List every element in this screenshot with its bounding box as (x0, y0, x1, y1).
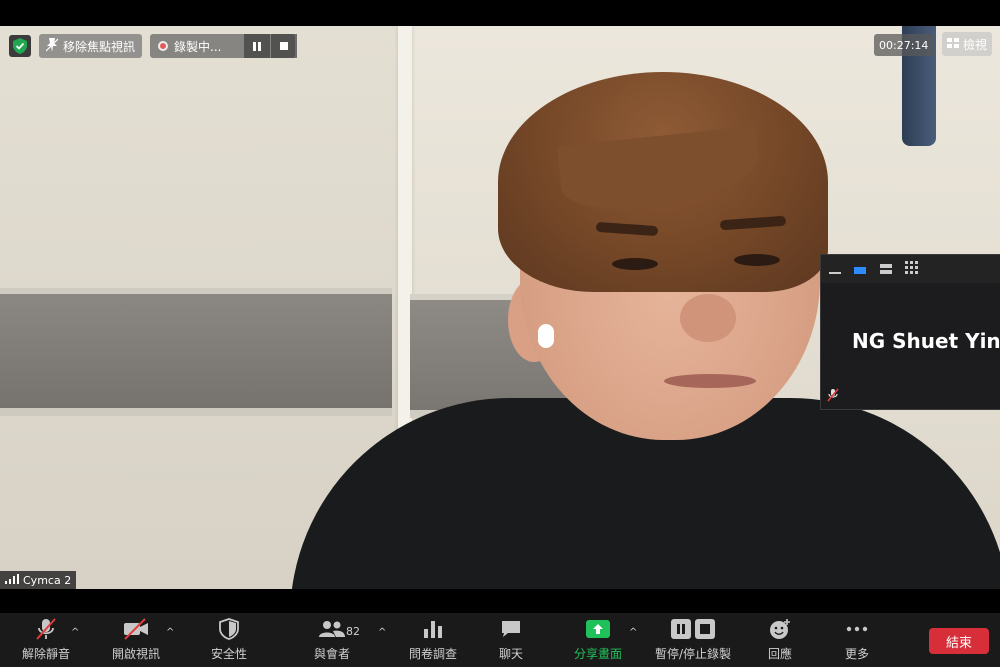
view-button[interactable]: 檢視 (942, 32, 992, 56)
polls-label: 問卷調查 (408, 647, 457, 661)
share-options-caret-icon[interactable]: ^ (629, 627, 637, 638)
share-screen-button[interactable]: 分享畫面 (570, 613, 626, 667)
security-button[interactable]: 安全性 (205, 613, 253, 667)
more-button[interactable]: 更多 (841, 613, 873, 667)
recording-label: 錄製中... (174, 39, 222, 54)
muted-mic-icon (827, 387, 839, 406)
participants-options-caret-icon[interactable]: ^ (378, 627, 386, 638)
muted-microphone-icon (35, 613, 57, 645)
nose (680, 294, 736, 342)
recording-indicator: 錄製中... (150, 34, 297, 58)
record-label: 暫停/停止錄製 (654, 647, 732, 661)
poll-chart-icon (423, 613, 443, 645)
share-screen-label: 分享畫面 (573, 647, 622, 661)
unpin-video-button[interactable]: 移除焦點視訊 (39, 34, 143, 58)
grid-view-icon (946, 37, 959, 51)
chat-button[interactable]: 聊天 (495, 613, 527, 667)
security-shield-icon[interactable] (9, 35, 31, 57)
participants-icon (318, 613, 346, 645)
stop-icon (280, 42, 288, 50)
meeting-toolbar: 解除靜音 ^ 開啟視訊 ^ 安全性 與會者 ^ 問卷調查 聊天 分享畫面 ^ 暫… (0, 613, 1000, 667)
unmute-button[interactable]: 解除靜音 (18, 613, 74, 667)
unpin-label: 移除焦點視訊 (63, 39, 136, 54)
participants-count-badge: 82 (346, 625, 360, 638)
participant-name: NG Shuet Ying (852, 329, 1000, 353)
speaker-view-icon[interactable] (853, 260, 867, 279)
start-video-label: 開啟視訊 (111, 647, 160, 661)
security-label: 安全性 (210, 647, 247, 661)
thumbnail-header (821, 255, 1000, 283)
audio-options-caret-icon[interactable]: ^ (71, 627, 79, 638)
left-eye (612, 258, 658, 270)
meeting-timer: 00:27:14 (874, 34, 934, 56)
top-bar (0, 0, 1000, 26)
record-controls-icon (671, 613, 715, 645)
polls-button[interactable]: 問卷調查 (405, 613, 461, 667)
view-label: 檢視 (962, 37, 987, 52)
chat-bubble-icon (500, 613, 522, 645)
participants-label: 與會者 (313, 647, 350, 661)
signal-strength-icon (5, 573, 19, 587)
video-off-icon (123, 613, 149, 645)
start-video-button[interactable]: 開啟視訊 (108, 613, 164, 667)
pin-icon (45, 37, 59, 55)
right-eye (734, 254, 780, 266)
reactions-label: 回應 (767, 647, 792, 661)
unmute-label: 解除靜音 (21, 647, 70, 661)
video-name: Cymca 2 (23, 573, 72, 587)
gallery-view-icon[interactable] (905, 260, 919, 279)
recording-dot-icon (158, 41, 168, 51)
participants-button[interactable]: 與會者 (309, 613, 355, 667)
wardrobe-glass-left (0, 288, 392, 416)
mouth (664, 374, 756, 388)
video-options-caret-icon[interactable]: ^ (166, 627, 174, 638)
more-dots-icon (846, 613, 868, 645)
pause-icon (253, 41, 261, 51)
strip-view-icon[interactable] (879, 260, 893, 279)
pause-recording-button[interactable] (244, 34, 270, 58)
self-view-thumbnail[interactable]: NG Shuet Ying (820, 254, 1000, 410)
more-label: 更多 (844, 647, 869, 661)
end-meeting-button[interactable]: 結束 (929, 628, 989, 654)
earbud (538, 324, 554, 348)
minimize-icon[interactable] (829, 260, 841, 279)
reactions-button[interactable]: 回應 (764, 613, 796, 667)
video-name-label: Cymca 2 (0, 571, 77, 589)
stop-recording-button[interactable] (271, 34, 297, 58)
pause-stop-recording-button[interactable]: 暫停/停止錄製 (652, 613, 734, 667)
chat-label: 聊天 (498, 647, 523, 661)
emoji-icon (769, 613, 791, 645)
shield-icon (219, 613, 239, 645)
share-screen-icon (586, 613, 610, 645)
